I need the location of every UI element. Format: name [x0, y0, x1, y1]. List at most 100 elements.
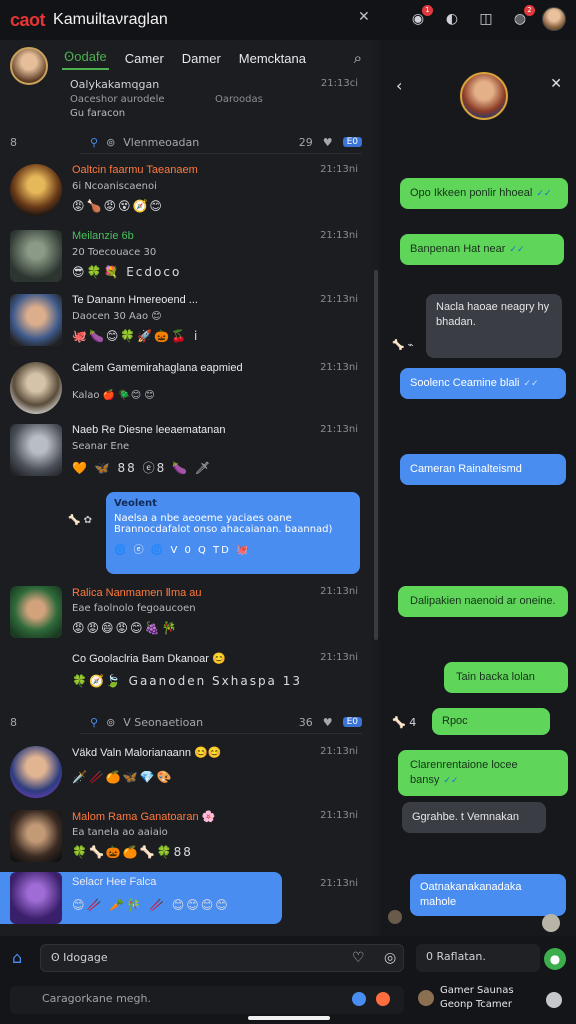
bubble-footer: 🌀 ⓔ 🌀 V 0 Q TD 🐙 [114, 545, 251, 556]
caption-line1: Gamer Saunas [440, 985, 514, 996]
profile-avatar[interactable] [542, 7, 566, 31]
section-count: 36 [298, 715, 313, 729]
sender-avatar [542, 914, 560, 932]
back-icon[interactable]: ‹ [396, 76, 402, 95]
heart-icon[interactable]: ♥ [323, 716, 333, 729]
bubble-sender: Veolent [114, 498, 157, 509]
caption-line2: Geonp Tcamer [440, 999, 512, 1010]
chat-avatar [10, 362, 62, 414]
bottom-bar: ⌂ Ꙩ Idogage ♡ ◎ 0 Raflatan. ● ⊞ Caragork… [0, 936, 576, 1024]
tab-memcktana[interactable]: Memcktana [237, 48, 308, 69]
emoji-icon[interactable]: ◎ [384, 950, 396, 966]
chat-row[interactable]: Naeb Re Diesne leeaematanan Seanar Ene 🧡… [0, 418, 372, 482]
message-text: Cameran Rainalteismd [410, 463, 522, 475]
chat-title: Naeb Re Diesne leeaematanan [72, 424, 226, 436]
chat-row-selected[interactable]: Selacr Hee Falca 😊🥢 🥕🎋 🥢 😊😊😊😊 [0, 872, 282, 924]
home-icon[interactable]: ⌂ [12, 948, 22, 967]
message-bubble[interactable]: Soolenc Ceamine blali ✓✓ [400, 368, 566, 399]
chat-preview: Ea tanela ao aaiaio [72, 827, 168, 838]
scrollbar[interactable] [374, 270, 378, 640]
section-number: 8 [10, 715, 17, 729]
message-bubble[interactable]: Banpenan Hat near ✓✓ [400, 234, 564, 265]
chat-title: Selacr Hee Falca [72, 876, 157, 888]
pin-icon: ⚲ [90, 715, 99, 729]
chat-emoji: 🍀🦴🎃🍊🦴🍀88 [72, 845, 193, 859]
chat-title: Calem Gamemirahaglana eapmied [72, 362, 243, 374]
chat-title: Ralica Nanmamen Ⅱma au [72, 587, 202, 599]
chat-time: 21:13ni [320, 652, 358, 663]
chat-avatar [10, 294, 62, 346]
reply-input[interactable]: 0 Raflatan. [416, 944, 540, 972]
contact-avatar[interactable] [460, 72, 508, 120]
sender-avatar [388, 910, 402, 924]
chat-emoji: 😡😡😄😡😊🍇🎋 [72, 621, 179, 635]
pinned-chat[interactable]: Oalykakamqgan Oaceshor aurodele Oaroodas… [0, 78, 372, 128]
tab-all[interactable]: Ꙩodafe [62, 46, 109, 70]
camera-icon[interactable]: ◫ [474, 7, 498, 31]
pinned-line3: Gu faracon [70, 108, 126, 119]
message-bubble[interactable]: Nacla haoae neagry hy bhadan. [426, 294, 562, 358]
chat-avatar [10, 746, 62, 798]
message-bubble[interactable]: Opo Ikkeen ponlir hhoeal ✓✓ [400, 178, 568, 209]
messages-icon[interactable]: ◍ 2 [508, 5, 535, 31]
chat-row[interactable]: Malom Rama Ganatoaran 🌸 Ea tanela ao aai… [0, 804, 372, 868]
chat-time: 21:13ni [320, 294, 358, 305]
chat-row[interactable]: Oaltcin faarmu Taeanaem 6i Ncoaniscaenoi… [0, 158, 372, 222]
heart-icon[interactable]: ♡ [352, 950, 365, 966]
gamepad-icon[interactable]: ◐ [440, 7, 464, 31]
message-bubble[interactable]: Clarenrentaione locee bansy ✓✓ [398, 750, 568, 796]
message-bubble[interactable]: Oatnakanakanadaka mahole [410, 874, 566, 916]
chat-emoji: 🧡 🦋 88 ⓔ8 🍆 🗡 [72, 461, 213, 475]
search-input[interactable]: Caragorkane megh. [10, 986, 404, 1014]
chat-row[interactable]: Meilanzie 6b 20 Toecouace 30 😎🍀💐 Ecdoco … [0, 224, 372, 288]
message-bubble[interactable]: Cameran Rainalteismd [400, 454, 566, 485]
message-bubble[interactable]: Rpoc [432, 708, 550, 735]
chat-emoji: 😊🥢 🥕🎋 🥢 😊😊😊😊 [72, 898, 230, 912]
read-receipt: ✓✓ [536, 188, 552, 198]
chat-preview: Daocen 30 Aao 😊 [72, 311, 162, 322]
tab-camer[interactable]: Camer [123, 48, 166, 69]
close-icon[interactable]: ✕ [358, 9, 370, 25]
chat-row[interactable]: Co Goolaclria Bam Dkanoar 😊 🍀🧭🍃 Gaanoden… [0, 646, 372, 710]
chat-emoji: 😎🍀💐 Ecdoco [72, 265, 182, 279]
chat-emoji: 🗡️🥢🍊🦋💎🎨 [72, 770, 174, 784]
search-icon[interactable]: ⌕ [354, 49, 362, 67]
message-text: Opo Ikkeen ponlir hhoeal [410, 187, 533, 199]
chat-preview: Eae faolnolo fegoaucoen [72, 603, 196, 614]
chat-avatar [10, 810, 62, 862]
message-bubble[interactable]: Dalipakien naenoid ar oneine. [398, 586, 568, 617]
message-input[interactable]: Ꙩ Idogage [40, 944, 404, 972]
link-icon: ⊚ [106, 135, 116, 149]
chat-row[interactable]: Calem Gamemirahaglana eapmied Kalao 🍎 🪲😊… [0, 356, 372, 420]
home-indicator[interactable] [248, 1016, 330, 1020]
heart-icon[interactable]: ♥ [323, 136, 333, 149]
read-receipt: ✓✓ [523, 378, 539, 388]
notifications-icon[interactable]: ◉ 1 [406, 5, 433, 31]
message-bubble[interactable]: Tain backa lolan [444, 662, 568, 693]
close-icon[interactable]: ✕ [550, 76, 562, 92]
chat-row[interactable]: Ralica Nanmamen Ⅱma au Eae faolnolo fego… [0, 580, 372, 644]
orange-dot-icon[interactable] [376, 992, 390, 1006]
section-count: 29 [298, 135, 313, 149]
filter-tabs: Ꙩodafe Camer Damer Memcktana ⌕ [0, 40, 372, 85]
chat-row[interactable]: Väkd Valn Malorianaann 😊😊 🗡️🥢🍊🦋💎🎨 21:13n… [0, 740, 372, 804]
chat-avatar [10, 424, 62, 476]
message-bubble[interactable]: Veolent Naelsa a nbe aeoeme yaciaes oane… [106, 492, 360, 574]
chat-emoji: 🍀🧭🍃 Gaanoden Sxhaspa 13 [72, 674, 302, 688]
message-text: Clarenrentaione locee bansy [410, 759, 518, 786]
brand-logo: caot [10, 9, 46, 30]
chat-time: 21:13ni [320, 810, 358, 821]
message-bubble[interactable]: Ggrahbe. t Vemnakan [402, 802, 546, 833]
blue-dot-icon[interactable] [352, 992, 366, 1006]
chat-emoji: 🐙🍆😊🍀🚀🎃🍒 i [72, 329, 200, 343]
tab-damer[interactable]: Damer [180, 48, 223, 69]
message-text: Dalipakien naenoid ar oneine. [410, 595, 556, 607]
message-text: Rpoc [442, 715, 468, 727]
send-icon[interactable]: ● [544, 948, 566, 970]
read-receipt: ✓✓ [509, 244, 525, 254]
chat-list-panel: Ꙩodafe Camer Damer Memcktana ⌕ Oalykakam… [0, 40, 372, 936]
section-header: 8 ⚲ ⊚ V Seonaetioan 36 ♥ E0 [0, 710, 372, 734]
chat-row[interactable]: Te Danann Hmereoend ... Daocen 30 Aao 😊 … [0, 288, 372, 352]
message-text: Banpenan Hat near [410, 243, 506, 255]
pin-icon: ⚲ [90, 135, 99, 149]
